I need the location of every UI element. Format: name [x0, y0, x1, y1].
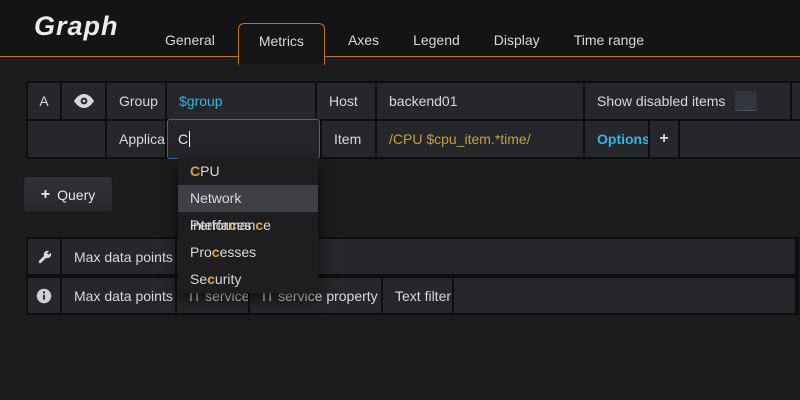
- row-filler-cell: [680, 121, 800, 157]
- info-icon-cell: [28, 278, 60, 313]
- dropdown-item-security[interactable]: Security: [178, 266, 318, 293]
- application-input[interactable]: C: [167, 119, 320, 159]
- eye-icon: [73, 94, 95, 108]
- tab-display[interactable]: Display: [477, 23, 557, 58]
- text-caret: [189, 131, 190, 147]
- empty-ref-cell: [28, 121, 105, 157]
- tab-bar: General Metrics Axes Legend Display Time…: [148, 23, 661, 58]
- application-input-value: C: [178, 131, 188, 147]
- options-button[interactable]: Options: [585, 121, 648, 157]
- wrench-icon-cell: [28, 239, 60, 274]
- tab-axes[interactable]: Axes: [331, 23, 396, 58]
- help-row-filler-cell: [454, 278, 795, 313]
- plus-icon: +: [41, 186, 50, 204]
- help-max-data-points-label: Max data points: [62, 278, 175, 313]
- query-visibility-toggle[interactable]: [62, 83, 105, 119]
- panel-editor-header: Graph General Metrics Axes Legend Displa…: [0, 0, 800, 57]
- dropdown-item-cpu[interactable]: CPU: [178, 158, 318, 185]
- dropdown-item-performance[interactable]: Performance: [178, 212, 318, 239]
- text-filter-label: Text filter: [383, 278, 452, 313]
- show-disabled-checkbox[interactable]: [735, 91, 757, 111]
- host-segment[interactable]: backend01: [377, 83, 583, 119]
- query-ref-toggle[interactable]: A: [28, 83, 60, 119]
- row-filler-cell: [792, 83, 800, 119]
- info-icon: [36, 288, 52, 304]
- tab-metrics[interactable]: Metrics: [238, 23, 325, 65]
- show-disabled-items: Show disabled items: [585, 83, 790, 119]
- application-label: Application: [107, 121, 165, 157]
- group-segment[interactable]: $group: [167, 83, 315, 119]
- panel-title: Graph: [34, 11, 119, 42]
- tab-legend[interactable]: Legend: [396, 23, 477, 58]
- dropdown-item-processes[interactable]: Processes: [178, 239, 318, 266]
- add-query-label: Query: [57, 187, 95, 203]
- tab-time-range[interactable]: Time range: [557, 23, 661, 58]
- panel-editor: Graph General Metrics Axes Legend Displa…: [0, 0, 800, 400]
- wrench-icon: [37, 249, 52, 264]
- item-label: Item: [322, 121, 375, 157]
- max-data-points-label: Max data points: [62, 239, 175, 274]
- group-label: Group: [107, 83, 165, 119]
- add-query-button[interactable]: + Query: [23, 176, 113, 213]
- show-disabled-label: Show disabled items: [597, 93, 725, 109]
- application-autocomplete-dropdown: CPU Network interfaces Performance Proce…: [178, 158, 318, 293]
- panel-options-rows: Max data points Max data points IT servi…: [26, 237, 799, 315]
- host-label: Host: [317, 83, 375, 119]
- item-segment[interactable]: /CPU $cpu_item.*time/: [377, 121, 583, 157]
- tab-general[interactable]: General: [148, 23, 232, 58]
- dropdown-item-network-interfaces[interactable]: Network interfaces: [178, 185, 318, 212]
- add-metric-button[interactable]: +: [650, 121, 678, 157]
- query-rows: A Group $group Host backend01 Show disab…: [26, 81, 800, 159]
